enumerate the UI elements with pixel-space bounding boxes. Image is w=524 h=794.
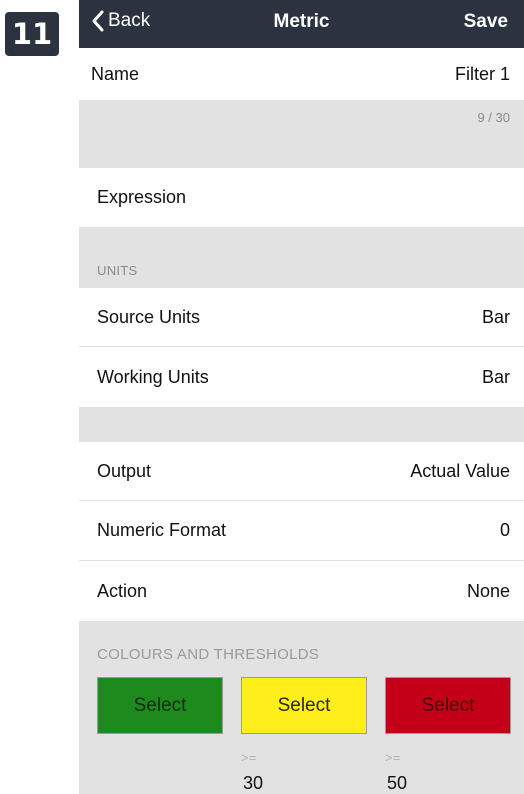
name-counter-area: 9 / 30 (79, 100, 524, 168)
output-value: Actual Value (410, 460, 510, 481)
screen-title: Metric (273, 11, 330, 32)
working-units-value: Bar (481, 366, 510, 387)
section-spacer (79, 407, 524, 442)
threshold-1-operator: >= (241, 750, 257, 765)
expression-label: Expression (97, 187, 187, 207)
numeric-format-label: Numeric Format (97, 520, 227, 540)
units-section-title: UNITS (97, 263, 138, 278)
name-value: Filter 1 (454, 63, 510, 84)
action-value: None (466, 580, 510, 601)
numeric-format-value: 0 (499, 520, 510, 540)
red-colour-select-button[interactable]: Select (385, 677, 511, 734)
phone-screen: Back Metric Save Name Filter 1 9 / 30 Ex… (79, 0, 524, 794)
yellow-colour-select-button[interactable]: Select (241, 677, 367, 734)
action-row[interactable]: Action None (79, 561, 524, 621)
units-section-header: UNITS (79, 227, 524, 288)
name-field-row[interactable]: Name Filter 1 (79, 48, 524, 100)
chevron-left-icon (92, 10, 104, 32)
green-colour-select-button[interactable]: Select (97, 677, 223, 734)
source-units-label: Source Units (97, 306, 201, 327)
back-button[interactable]: Back (91, 10, 150, 32)
action-label: Action (97, 580, 148, 601)
colours-section-title: COLOURS AND THRESHOLDS (97, 646, 320, 663)
green-select-label: Select (133, 694, 187, 716)
name-label: Name (91, 63, 140, 84)
working-units-row[interactable]: Working Units Bar (79, 347, 524, 407)
step-number-badge: 11 (5, 12, 59, 56)
navigation-bar: Back Metric Save (79, 0, 524, 48)
name-character-counter: 9 / 30 (477, 110, 510, 125)
source-units-value: Bar (481, 306, 510, 327)
threshold-2-value[interactable]: 50 (387, 773, 407, 794)
red-select-label: Select (421, 694, 475, 716)
output-row[interactable]: Output Actual Value (79, 442, 524, 501)
source-units-row[interactable]: Source Units Bar (79, 288, 524, 347)
yellow-select-label: Select (277, 694, 331, 716)
working-units-label: Working Units (97, 366, 209, 387)
save-button[interactable]: Save (464, 11, 508, 33)
output-label: Output (97, 460, 152, 481)
threshold-1-value[interactable]: 30 (243, 773, 263, 794)
numeric-format-row[interactable]: Numeric Format 0 (79, 501, 524, 561)
threshold-2-operator: >= (385, 750, 401, 765)
expression-field-row[interactable]: Expression (79, 168, 524, 227)
back-label: Back (108, 10, 151, 31)
